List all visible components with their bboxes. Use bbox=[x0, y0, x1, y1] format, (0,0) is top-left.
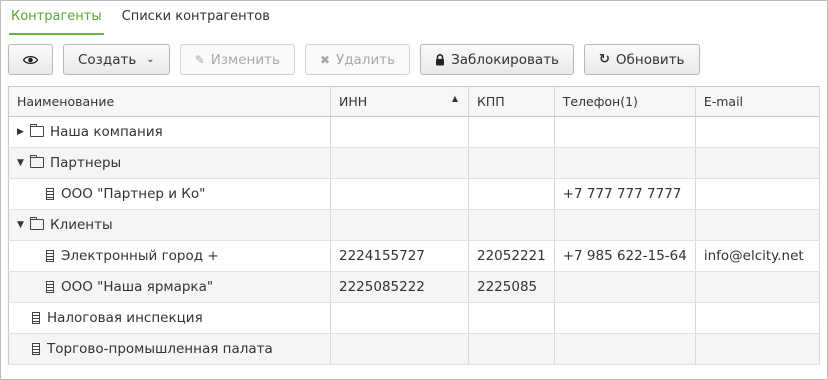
expand-icon[interactable]: ▶ bbox=[17, 127, 30, 137]
table-row[interactable]: ▼ Клиенты bbox=[8, 209, 821, 241]
create-label: Создать bbox=[78, 51, 137, 68]
column-header-name[interactable]: Наименование bbox=[8, 86, 331, 117]
building-icon bbox=[46, 188, 54, 200]
table-row[interactable]: Торгово-промышленная палата bbox=[8, 333, 821, 365]
cell-phone bbox=[554, 209, 696, 241]
cell-kpp bbox=[468, 209, 555, 241]
cell-email bbox=[695, 116, 821, 148]
edit-label: Изменить bbox=[210, 51, 280, 68]
cell-phone bbox=[554, 147, 696, 179]
counterparties-table: Наименование ИНН ▲ КПП Телефон(1) E-mail… bbox=[8, 86, 821, 365]
cell-kpp bbox=[468, 116, 555, 148]
cell-inn bbox=[330, 116, 469, 148]
cell-phone: +7 777 777 7777 bbox=[554, 178, 696, 210]
table-row[interactable]: ▶ Наша компания bbox=[8, 116, 821, 148]
create-button[interactable]: Создать ⌄ bbox=[63, 44, 170, 75]
row-name: Партнеры bbox=[50, 155, 122, 171]
building-icon bbox=[32, 343, 40, 355]
tab-bar: Контрагенты Списки контрагентов bbox=[9, 1, 288, 35]
cell-email bbox=[695, 333, 821, 365]
cell-email bbox=[695, 147, 821, 179]
cell-kpp bbox=[468, 302, 555, 334]
column-header-kpp[interactable]: КПП bbox=[468, 86, 555, 117]
cell-kpp bbox=[468, 333, 555, 365]
eye-icon bbox=[23, 55, 38, 64]
delete-button[interactable]: ✖ Удалить bbox=[304, 44, 411, 75]
chevron-down-icon: ⌄ bbox=[146, 54, 155, 65]
collapse-icon[interactable]: ▼ bbox=[17, 220, 30, 230]
cell-inn: 2224155727 bbox=[330, 240, 469, 272]
cell-inn bbox=[330, 209, 469, 241]
cell-inn bbox=[330, 147, 469, 179]
column-header-inn[interactable]: ИНН ▲ bbox=[330, 86, 469, 117]
table-row[interactable]: ООО "Партнер и Ко" +7 777 777 7777 bbox=[8, 178, 821, 210]
cell-phone bbox=[554, 302, 696, 334]
folder-icon bbox=[30, 123, 44, 137]
block-button[interactable]: Заблокировать bbox=[420, 44, 575, 75]
table-row[interactable]: ▼ Партнеры bbox=[8, 147, 821, 179]
cell-kpp bbox=[468, 178, 555, 210]
row-name: ООО "Партнер и Ко" bbox=[61, 186, 206, 202]
row-name: Торгово-промышленная палата bbox=[47, 341, 273, 357]
row-name: Клиенты bbox=[50, 217, 113, 233]
cell-phone bbox=[554, 333, 696, 365]
cell-kpp: 22052221 bbox=[468, 240, 555, 272]
close-icon: ✖ bbox=[319, 52, 330, 67]
cell-phone bbox=[554, 271, 696, 303]
table-row[interactable]: ООО "Наша ярмарка" 2225085222 2225085 bbox=[8, 271, 821, 303]
table-row[interactable]: Налоговая инспекция bbox=[8, 302, 821, 334]
column-header-phone[interactable]: Телефон(1) bbox=[554, 86, 696, 117]
refresh-label: Обновить bbox=[615, 51, 685, 68]
cell-email bbox=[695, 178, 821, 210]
building-icon bbox=[46, 281, 54, 293]
cell-email bbox=[695, 302, 821, 334]
cell-email bbox=[695, 209, 821, 241]
view-button[interactable] bbox=[8, 44, 53, 75]
cell-phone bbox=[554, 116, 696, 148]
tab-counterparties[interactable]: Контрагенты bbox=[9, 1, 104, 35]
refresh-button[interactable]: ↻ Обновить bbox=[584, 44, 700, 75]
row-name: Электронный город + bbox=[61, 248, 219, 264]
toolbar: Создать ⌄ ✎ Изменить ✖ Удалить Заблокиро… bbox=[8, 44, 710, 75]
cell-phone: +7 985 622-15-64 bbox=[554, 240, 696, 272]
row-name: ООО "Наша ярмарка" bbox=[61, 279, 214, 295]
folder-icon bbox=[30, 154, 44, 168]
block-label: Заблокировать bbox=[451, 51, 560, 68]
window-frame: Контрагенты Списки контрагентов Создать … bbox=[0, 0, 828, 380]
table-header-row: Наименование ИНН ▲ КПП Телефон(1) E-mail bbox=[8, 86, 821, 117]
cell-email bbox=[695, 271, 821, 303]
tab-counterparty-lists[interactable]: Списки контрагентов bbox=[122, 1, 270, 33]
edit-button[interactable]: ✎ Изменить bbox=[179, 44, 295, 75]
refresh-icon: ↻ bbox=[599, 52, 610, 67]
row-name: Наша компания bbox=[50, 124, 163, 140]
table-row[interactable]: Электронный город + 2224155727 22052221 … bbox=[8, 240, 821, 272]
cell-inn bbox=[330, 302, 469, 334]
row-name: Налоговая инспекция bbox=[47, 310, 203, 326]
lock-icon bbox=[436, 53, 445, 65]
cell-kpp: 2225085 bbox=[468, 271, 555, 303]
cell-inn bbox=[330, 178, 469, 210]
cell-inn bbox=[330, 333, 469, 365]
building-icon bbox=[46, 250, 54, 262]
collapse-icon[interactable]: ▼ bbox=[17, 158, 30, 168]
cell-inn: 2225085222 bbox=[330, 271, 469, 303]
cell-kpp bbox=[468, 147, 555, 179]
folder-icon bbox=[30, 216, 44, 230]
cell-email: info@elcity.net bbox=[695, 240, 821, 272]
building-icon bbox=[32, 312, 40, 324]
column-header-email[interactable]: E-mail bbox=[695, 86, 821, 117]
column-header-inn-label: ИНН bbox=[339, 94, 368, 109]
sort-asc-icon: ▲ bbox=[451, 94, 458, 103]
pencil-icon: ✎ bbox=[194, 52, 205, 67]
delete-label: Удалить bbox=[336, 51, 396, 68]
